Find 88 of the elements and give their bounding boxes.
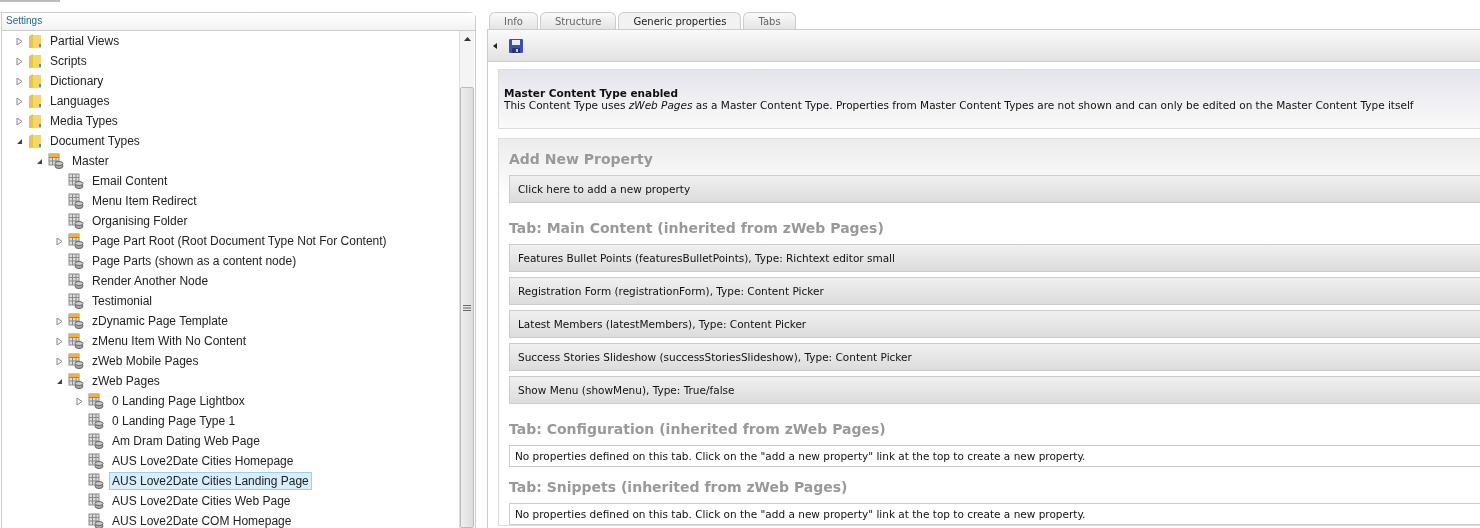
folder-icon bbox=[28, 133, 42, 149]
tree-item[interactable]: 0 Landing Page Type 1 bbox=[109, 412, 239, 430]
document-type-icon bbox=[88, 493, 104, 509]
tree-item[interactable]: Dictionary bbox=[47, 72, 107, 90]
section-heading: Add New Property bbox=[509, 150, 654, 169]
expand-arrow-icon[interactable] bbox=[76, 396, 83, 406]
expand-arrow-icon[interactable] bbox=[16, 36, 23, 46]
tree-item[interactable]: Scripts bbox=[47, 52, 90, 70]
notice-title: Master Content Type enabled bbox=[504, 87, 679, 99]
empty-note: No properties defined on this tab. Click on the "add a new property" link at the top to create a new property. bbox=[509, 503, 1480, 525]
tree-item[interactable]: Email Content bbox=[89, 172, 171, 190]
scroll-thumb[interactable] bbox=[460, 87, 474, 528]
property-row[interactable]: Features Bullet Points (featuresBulletPoints), Type: Richtext editor small bbox=[509, 244, 1480, 272]
tree-item[interactable]: Master bbox=[69, 152, 112, 170]
property-row[interactable]: Success Stories Slideshow (successStoriesSlideshow), Type: Content Picker bbox=[509, 343, 1480, 371]
notice-text: This Content Type uses zWeb Pages as a Master Content Type. Properties from Master Content Types are not shown and can only be edited on the Master Content Type itself bbox=[504, 99, 1415, 111]
tab[interactable]: Generic properties bbox=[618, 12, 742, 29]
save-icon[interactable] bbox=[509, 38, 523, 53]
document-type-icon bbox=[68, 373, 84, 389]
tree-item[interactable]: AUS Love2Date COM Homepage bbox=[109, 512, 295, 528]
tree-item[interactable]: Testimonial bbox=[89, 292, 156, 310]
document-type-icon bbox=[68, 273, 84, 289]
section-heading: Tab: Configuration (inherited from zWeb Pages) bbox=[509, 420, 887, 439]
expand-arrow-icon[interactable] bbox=[56, 336, 63, 346]
section-heading: Tab: Snippets (inherited from zWeb Pages) bbox=[509, 478, 849, 497]
tree-item[interactable]: Am Dram Dating Web Page bbox=[109, 432, 263, 450]
document-type-icon bbox=[88, 453, 104, 469]
document-type-icon bbox=[68, 293, 84, 309]
tab[interactable]: Structure bbox=[539, 12, 617, 29]
document-type-icon bbox=[88, 513, 104, 528]
document-type-icon bbox=[68, 213, 84, 229]
tree-item[interactable]: Media Types bbox=[47, 112, 121, 130]
expand-arrow-icon[interactable] bbox=[16, 56, 23, 66]
document-type-icon bbox=[68, 233, 84, 249]
collapse-arrow-icon[interactable] bbox=[16, 137, 23, 145]
grip-icon bbox=[463, 304, 471, 311]
folder-icon bbox=[28, 73, 42, 89]
document-type-icon bbox=[68, 253, 84, 269]
folder-icon bbox=[28, 113, 42, 129]
add-property-link[interactable]: Click here to add a new property bbox=[509, 175, 1480, 203]
empty-note: No properties defined on this tab. Click on the "add a new property" link at the top to create a new property. bbox=[509, 445, 1480, 467]
property-row[interactable]: Latest Members (latestMembers), Type: Content Picker bbox=[509, 310, 1480, 338]
tree-item[interactable]: Render Another Node bbox=[89, 272, 212, 290]
collapse-arrow-icon[interactable] bbox=[36, 157, 43, 165]
folder-icon bbox=[28, 53, 42, 69]
scrollbar[interactable] bbox=[459, 31, 474, 528]
document-type-icon bbox=[88, 413, 104, 429]
document-type-icon bbox=[88, 473, 104, 489]
collapse-icon[interactable] bbox=[493, 42, 497, 49]
section-heading: Tab: Main Content (inherited from zWeb Pages) bbox=[509, 219, 885, 238]
expand-arrow-icon[interactable] bbox=[16, 76, 23, 86]
expand-arrow-icon[interactable] bbox=[56, 356, 63, 366]
expand-arrow-icon[interactable] bbox=[16, 96, 23, 106]
tree-item[interactable]: zDynamic Page Template bbox=[89, 312, 231, 330]
tree-item[interactable]: zWeb Mobile Pages bbox=[89, 352, 202, 370]
scroll-up-icon[interactable] bbox=[463, 37, 471, 41]
tree-item[interactable]: Partial Views bbox=[47, 32, 123, 50]
tree-item[interactable]: 0 Landing Page Lightbox bbox=[109, 392, 248, 410]
property-row[interactable]: Registration Form (registrationForm), Type: Content Picker bbox=[509, 277, 1480, 305]
tree-item[interactable]: Organising Folder bbox=[89, 212, 191, 230]
document-type-icon bbox=[68, 333, 84, 349]
folder-icon bbox=[28, 33, 42, 49]
tree-item[interactable]: Document Types bbox=[47, 132, 143, 150]
tree-item[interactable]: AUS Love2Date Cities Homepage bbox=[109, 452, 297, 470]
document-type-icon bbox=[68, 173, 84, 189]
panel-title: Settings bbox=[2, 13, 475, 31]
expand-arrow-icon[interactable] bbox=[56, 236, 63, 246]
tree-item[interactable]: Menu Item Redirect bbox=[89, 192, 200, 210]
document-type-icon bbox=[48, 153, 64, 169]
tree-item[interactable]: Page Parts (shown as a content node) bbox=[89, 252, 300, 270]
tree-item[interactable]: Page Part Root (Root Document Type Not For Content) bbox=[89, 232, 390, 250]
tab[interactable]: Tabs bbox=[743, 12, 796, 29]
expand-arrow-icon[interactable] bbox=[56, 316, 63, 326]
document-type-icon bbox=[88, 433, 104, 449]
folder-icon bbox=[28, 93, 42, 109]
document-type-icon bbox=[68, 193, 84, 209]
expand-arrow-icon[interactable] bbox=[16, 116, 23, 126]
document-type-icon bbox=[68, 313, 84, 329]
tree-item[interactable]: AUS Love2Date Cities Web Page bbox=[109, 492, 294, 510]
tree-item[interactable]: Languages bbox=[47, 92, 113, 110]
collapse-arrow-icon[interactable] bbox=[56, 377, 63, 385]
tree-item[interactable]: zWeb Pages bbox=[89, 372, 163, 390]
tree-item[interactable]: zMenu Item With No Content bbox=[89, 332, 250, 350]
property-row[interactable]: Show Menu (showMenu), Type: True/false bbox=[509, 376, 1480, 404]
tree-item[interactable]: AUS Love2Date Cities Landing Page bbox=[109, 472, 312, 490]
tab[interactable]: Info bbox=[489, 12, 538, 29]
document-type-icon bbox=[68, 353, 84, 369]
document-type-icon bbox=[88, 393, 104, 409]
